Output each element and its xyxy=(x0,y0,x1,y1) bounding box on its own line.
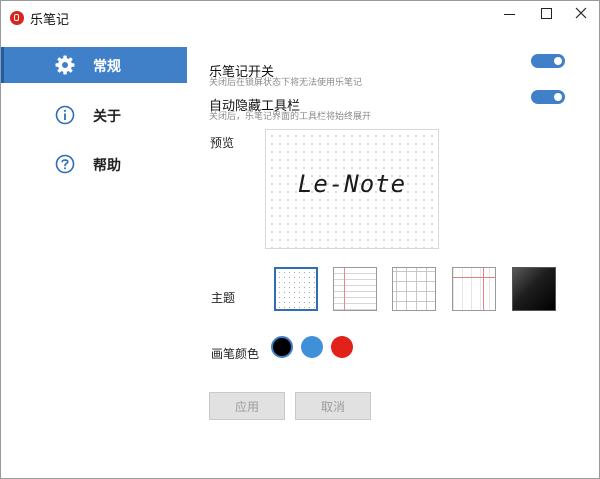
auto-hide-toggle[interactable] xyxy=(531,90,565,104)
maximize-icon[interactable] xyxy=(530,1,562,27)
cancel-button[interactable]: 取消 xyxy=(295,392,371,420)
pen-color-swatch-blue[interactable] xyxy=(301,336,323,358)
gear-icon xyxy=(55,55,75,75)
theme-option-dark[interactable] xyxy=(512,267,556,311)
preview-sample-text: Le-Note xyxy=(297,170,407,198)
theme-label: 主题 xyxy=(211,291,236,305)
pen-color-label: 画笔颜色 xyxy=(211,347,260,361)
preview-canvas: Le-Note xyxy=(265,129,439,249)
theme-option-red-margin[interactable] xyxy=(452,267,496,311)
apply-button[interactable]: 应用 xyxy=(209,392,285,420)
sidebar: 常规 关于 帮助 xyxy=(1,33,187,478)
info-icon xyxy=(55,105,75,125)
minimize-icon[interactable] xyxy=(493,1,525,27)
theme-option-square-grid[interactable] xyxy=(392,267,436,311)
app-logo-icon xyxy=(10,11,24,25)
theme-option-dot-grid[interactable] xyxy=(274,267,318,311)
app-title: 乐笔记 xyxy=(30,13,70,28)
sidebar-item-about[interactable]: 关于 xyxy=(1,97,187,133)
switch-toggle[interactable] xyxy=(531,54,565,68)
sidebar-item-general[interactable]: 常规 xyxy=(1,47,187,83)
auto-hide-setting-desc: 关闭后，乐笔记界面的工具栏将始终展开 xyxy=(209,112,372,122)
close-icon[interactable] xyxy=(565,1,597,27)
sidebar-item-label: 关于 xyxy=(93,109,121,125)
sidebar-item-label: 帮助 xyxy=(93,158,121,174)
pen-color-swatch-red[interactable] xyxy=(331,336,353,358)
help-icon xyxy=(55,154,75,174)
theme-option-ruled-lines[interactable] xyxy=(333,267,377,311)
sidebar-item-help[interactable]: 帮助 xyxy=(1,146,187,182)
pen-color-swatch-black[interactable] xyxy=(271,336,293,358)
title-bar: 乐笔记 xyxy=(1,1,599,33)
app-window: 乐笔记 常规 关于 帮助 乐笔记开关 关闭后在锁屏状态下将无法使用乐笔记 自动隐… xyxy=(0,0,600,479)
preview-label: 预览 xyxy=(210,136,235,150)
sidebar-item-label: 常规 xyxy=(93,59,121,75)
switch-setting-desc: 关闭后在锁屏状态下将无法使用乐笔记 xyxy=(209,78,363,88)
